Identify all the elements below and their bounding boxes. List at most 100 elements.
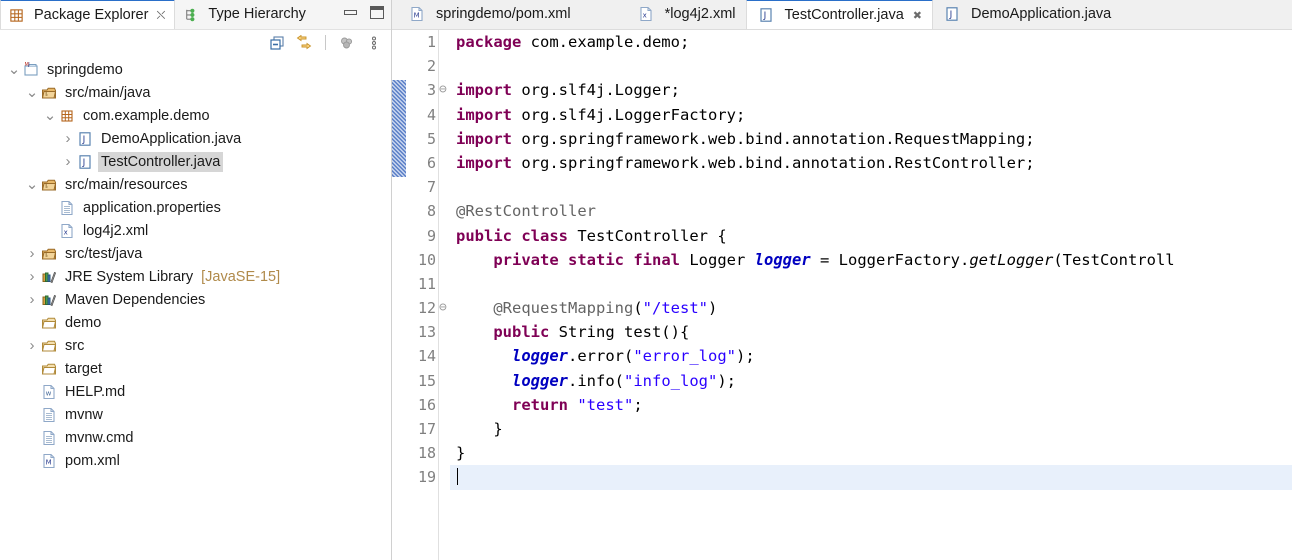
code-token: public (456, 226, 512, 245)
code-line[interactable]: import org.slf4j.LoggerFactory; (450, 103, 1292, 127)
tree-item-application-properties[interactable]: application.properties (0, 196, 391, 219)
tree-item-demoapplication-java[interactable]: › J DemoApplication.java (0, 127, 391, 150)
code-line[interactable] (450, 465, 1292, 490)
code-viewer[interactable]: 1 2 3 4 5 6 7 8 9 10 11 12 13 14 15 16 17 18 19 ⊖ ⊖ package… (392, 30, 1292, 560)
code-line[interactable]: public String test(){ (450, 320, 1292, 344)
tree-item-springdemo[interactable]: ⌄ M J springdemo (0, 58, 391, 81)
chevron-right-icon[interactable]: › (24, 291, 40, 308)
line-number: 7 (426, 178, 436, 197)
code-line[interactable] (450, 272, 1292, 296)
code-line[interactable]: package com.example.demo; (450, 30, 1292, 54)
tree-item-demo[interactable]: demo (0, 311, 391, 334)
tree-item-label: TestController.java (98, 151, 224, 172)
code-token: String test(){ (549, 323, 690, 342)
project-tree[interactable]: ⌄ M Jspringdemo ⌄ src/main/java ⌄ com.example.… (0, 55, 391, 560)
svg-text:M: M (46, 458, 52, 466)
code-line[interactable]: import org.springframework.web.bind.anno… (450, 151, 1292, 175)
marker-bar[interactable] (392, 30, 406, 560)
view-menu-icon[interactable] (338, 34, 356, 52)
chevron-right-icon[interactable]: › (60, 130, 76, 147)
editor-tab-springdemo-pom-xml[interactable]: Mspringdemo/pom.xml (398, 0, 581, 29)
package-explorer-view: Package Explorer ⛌ Type Hierarchy ⌄ M J … (0, 0, 392, 560)
chevron-down-icon[interactable]: ⌄ (42, 108, 58, 123)
view-tab-package-explorer[interactable]: Package Explorer ⛌ (0, 0, 176, 29)
code-line[interactable]: logger.info("info_log"); (450, 369, 1292, 393)
tree-item-target[interactable]: target (0, 357, 391, 380)
code-line[interactable]: } (450, 441, 1292, 465)
tree-item-src-main-java[interactable]: ⌄ src/main/java (0, 81, 391, 104)
chevron-right-icon[interactable]: › (60, 153, 76, 170)
close-icon[interactable]: ⛌ (156, 8, 165, 23)
code-token: @RequestMapping (493, 299, 634, 318)
view-tab-type-hierarchy[interactable]: Type Hierarchy (175, 0, 315, 29)
code-token: ; (633, 395, 643, 414)
link-with-editor-icon[interactable] (295, 34, 313, 52)
tree-item-label: mvnw (65, 406, 103, 423)
code-line[interactable]: @RequestMapping("/test") (450, 296, 1292, 320)
tree-item-jre-system-library[interactable]: › JRE System Library [JavaSE-15] (0, 265, 391, 288)
code-line[interactable]: return "test"; (450, 393, 1292, 417)
code-line[interactable]: private static final Logger logger = Log… (450, 248, 1292, 272)
code-line[interactable] (450, 175, 1292, 199)
code-token: org.springframework.web.bind.annotation.… (512, 129, 1035, 148)
code-token: ); (735, 347, 755, 366)
fold-collapse-icon[interactable]: ⊖ (438, 78, 450, 102)
chevron-right-icon[interactable]: › (24, 245, 40, 262)
tree-item-mvnw-cmd[interactable]: mvnw.cmd (0, 426, 391, 449)
source-folder-icon (40, 245, 58, 263)
code-token: import (456, 153, 512, 172)
code-token: @RestController (456, 202, 596, 221)
close-icon[interactable]: ✖ (913, 9, 922, 22)
collapse-all-icon[interactable] (268, 34, 286, 52)
folding-column[interactable]: ⊖ ⊖ (438, 30, 450, 560)
tree-item-label: com.example.demo (83, 107, 210, 124)
view-window-buttons (344, 6, 384, 19)
tree-item-src-test-java[interactable]: › src/test/java (0, 242, 391, 265)
chevron-right-icon[interactable]: › (24, 337, 40, 354)
line-number: 13 (417, 323, 436, 342)
editor-tab-demoapplication-java[interactable]: J DemoApplication.java (933, 0, 1121, 29)
tree-item-src[interactable]: › src (0, 334, 391, 357)
view-tab-label: Package Explorer (34, 7, 149, 23)
tree-item-maven-dependencies[interactable]: › Maven Dependencies (0, 288, 391, 311)
chevron-down-icon[interactable]: ⌄ (6, 62, 22, 77)
code-line[interactable]: import org.springframework.web.bind.anno… (450, 127, 1292, 151)
line-number: 12 (417, 299, 436, 318)
tree-item-testcontroller-java[interactable]: › J TestController.java (0, 150, 391, 173)
code-line[interactable]: logger.error("error_log"); (450, 344, 1292, 368)
code-line[interactable]: @RestController (450, 199, 1292, 223)
tree-item-log4j2-xml[interactable]: x log4j2.xml (0, 219, 391, 242)
line-number: 5 (426, 129, 436, 148)
code-line[interactable]: public class TestController { (450, 224, 1292, 248)
editor-tab-testcontroller-java[interactable]: J TestController.java ✖ (745, 0, 933, 29)
tree-item-src-main-resources[interactable]: ⌄ src/main/resources (0, 173, 391, 196)
tree-item-pom-xml[interactable]: Mpom.xml (0, 449, 391, 472)
chevron-down-icon[interactable]: ⌄ (24, 177, 40, 192)
package-icon (58, 107, 76, 125)
code-line[interactable]: } (450, 417, 1292, 441)
fold-collapse-icon[interactable]: ⊖ (438, 296, 450, 320)
maximize-icon[interactable] (370, 6, 384, 19)
code-line[interactable] (450, 54, 1292, 78)
code-token: class (521, 226, 569, 245)
line-number: 11 (417, 274, 436, 293)
tree-item-mvnw[interactable]: mvnw (0, 403, 391, 426)
code-line[interactable]: import org.slf4j.Logger; (450, 78, 1292, 102)
tree-item-help-md[interactable]: w HELP.md (0, 380, 391, 403)
svg-text:J: J (762, 11, 766, 21)
minimize-icon[interactable] (344, 10, 357, 15)
tree-item-com-example-demo[interactable]: ⌄ com.example.demo (0, 104, 391, 127)
svg-text:J: J (949, 10, 953, 20)
code-token: } (456, 444, 466, 463)
chevron-down-icon[interactable]: ⌄ (24, 85, 40, 100)
code-token: logger (512, 347, 568, 366)
chevron-right-icon[interactable]: › (24, 268, 40, 285)
source-code[interactable]: package com.example.demo; import org.slf4… (450, 30, 1292, 560)
more-options-icon[interactable] (365, 34, 383, 52)
editor-tab-log4j2-xml[interactable]: x *log4j2.xml (627, 0, 746, 29)
